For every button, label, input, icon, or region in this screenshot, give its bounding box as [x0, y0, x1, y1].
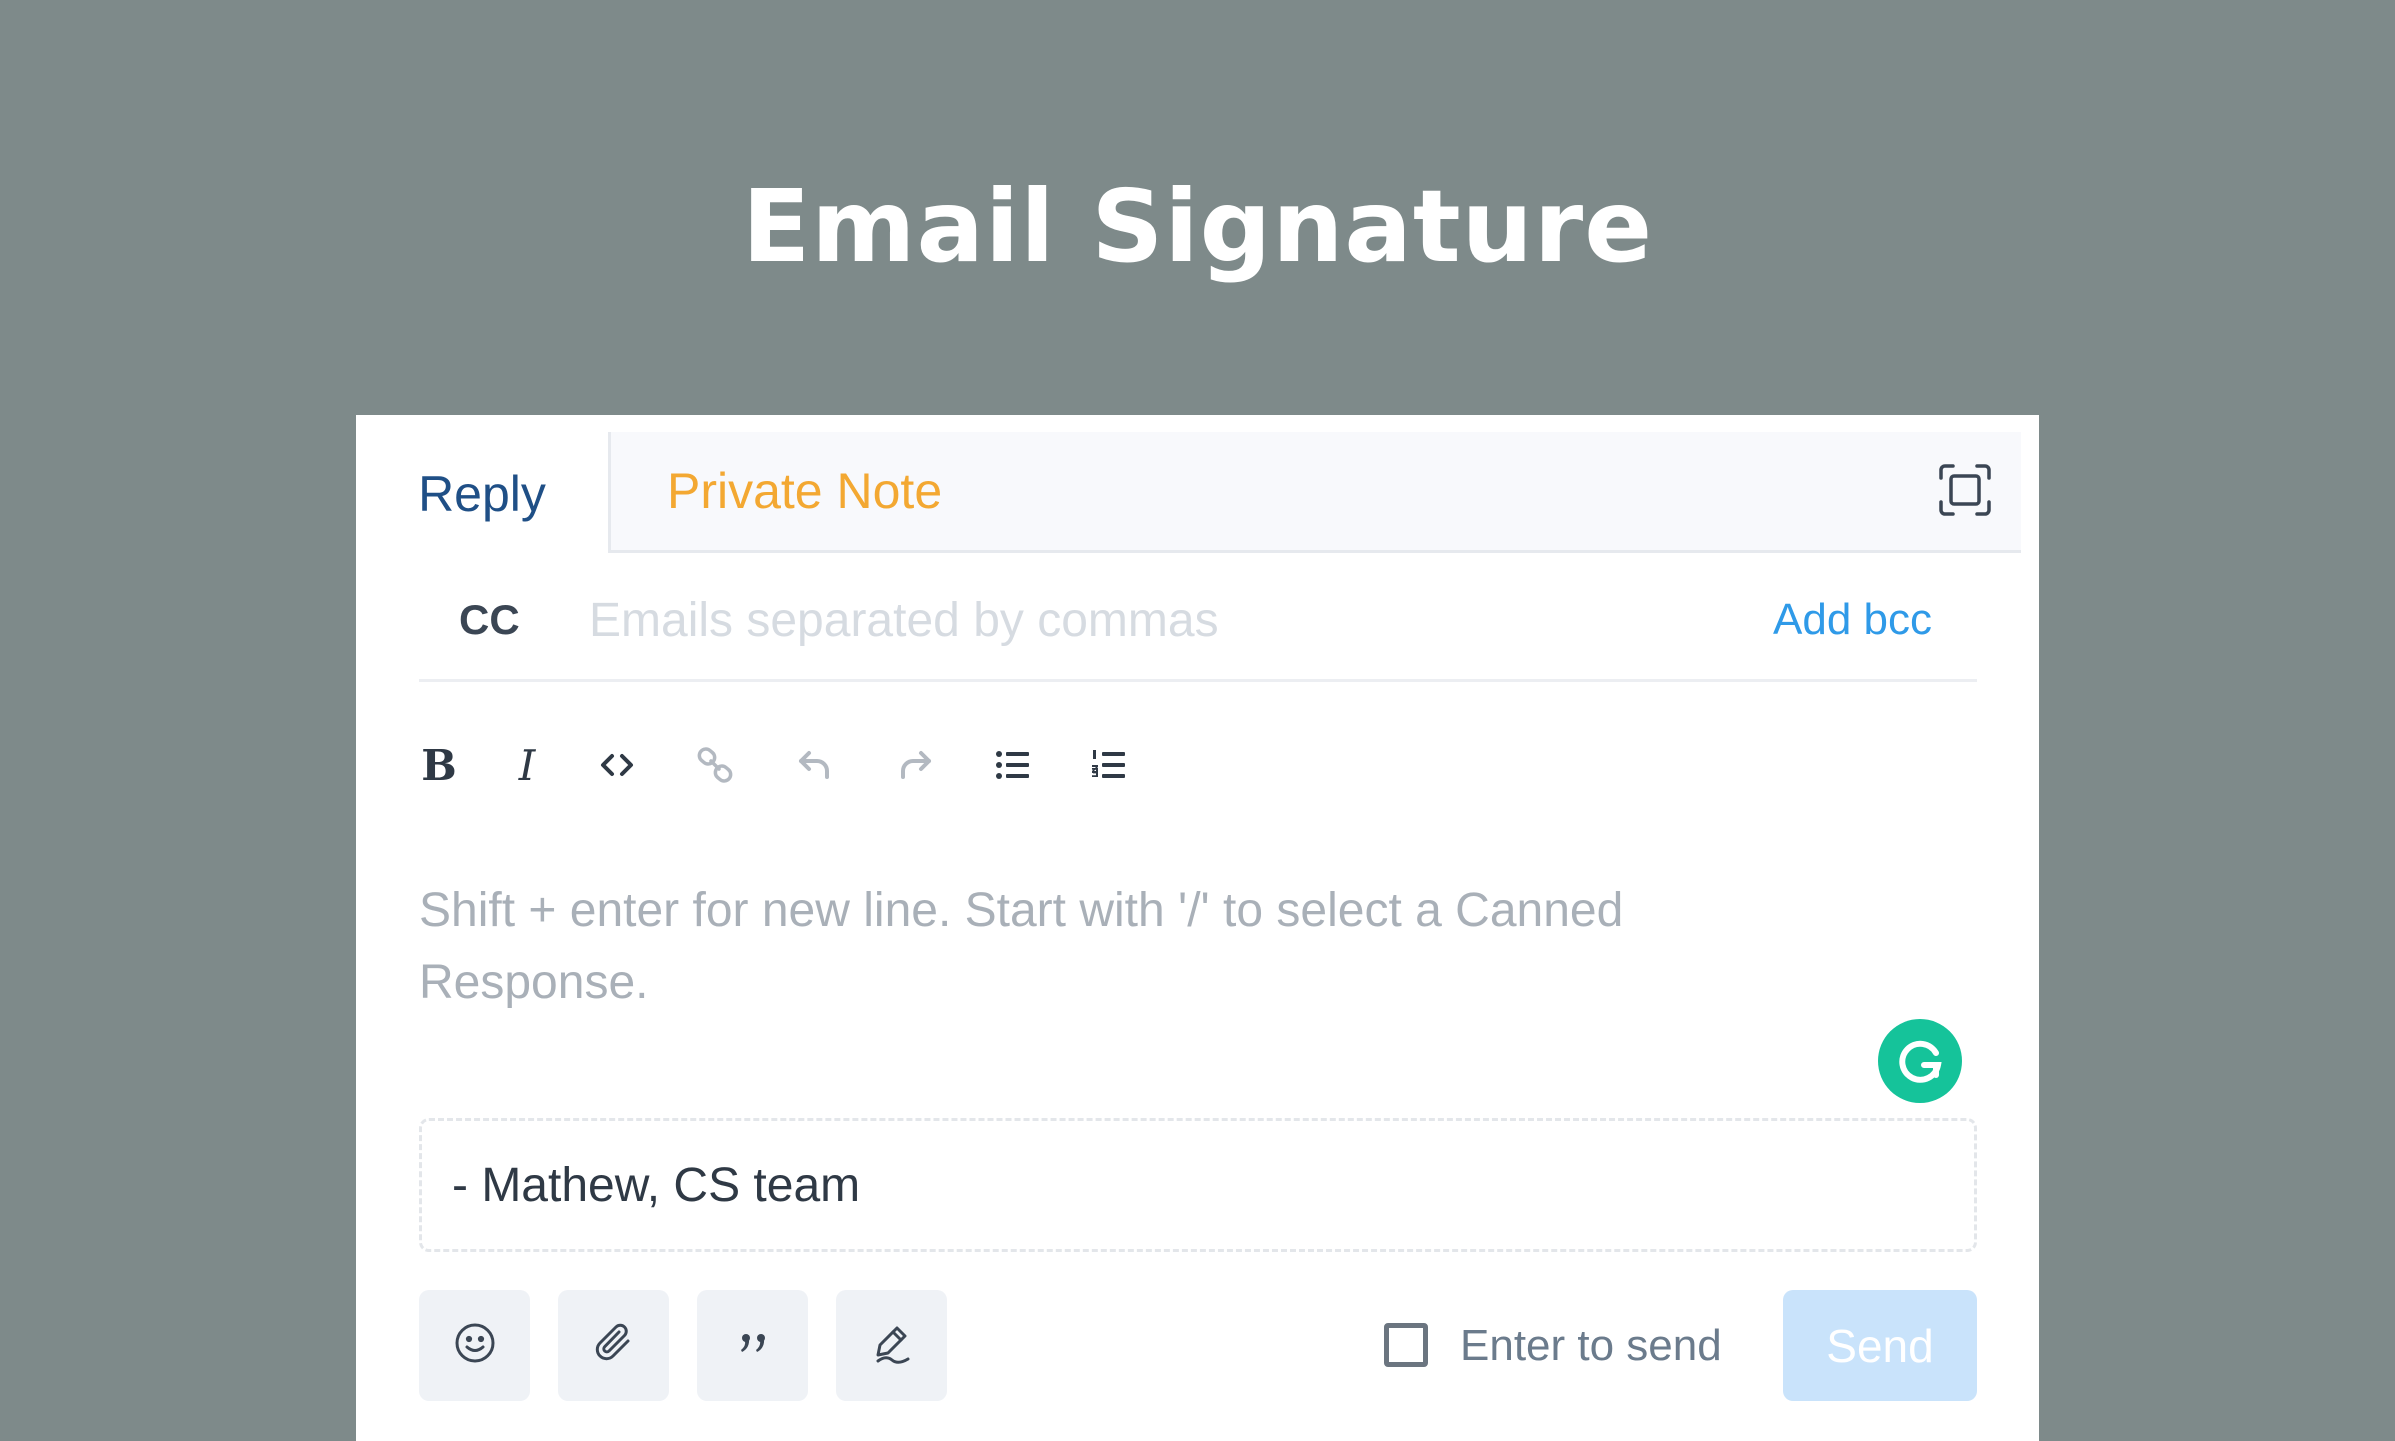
enter-to-send-label[interactable]: Enter to send — [1460, 1290, 1722, 1401]
link-icon[interactable] — [685, 735, 745, 795]
cc-label: CC — [459, 595, 520, 643]
reply-editor-panel: Reply Private Note CC Add bcc B I — [356, 415, 2039, 1441]
attachment-button[interactable] — [558, 1290, 669, 1401]
emoji-icon — [453, 1321, 497, 1370]
signature-box[interactable]: - Mathew, CS team — [419, 1118, 1977, 1252]
signature-text: - Mathew, CS team — [452, 1158, 861, 1212]
tab-private-note[interactable]: Private Note — [667, 432, 942, 550]
enter-to-send-checkbox[interactable] — [1384, 1323, 1428, 1367]
page-title: Email Signature — [741, 168, 1654, 285]
formatting-toolbar: B I — [419, 725, 1179, 805]
numbered-list-icon[interactable] — [1079, 735, 1139, 795]
quote-icon — [731, 1321, 775, 1370]
bold-button[interactable]: B — [409, 735, 469, 795]
send-button[interactable]: Send — [1783, 1290, 1977, 1401]
undo-icon[interactable] — [785, 735, 845, 795]
tab-bar: Reply Private Note — [356, 432, 2021, 555]
emoji-button[interactable] — [419, 1290, 530, 1401]
signature-toggle-button[interactable] — [836, 1290, 947, 1401]
message-editor[interactable]: Shift + enter for new line. Start with '… — [419, 875, 1819, 1019]
italic-button[interactable]: I — [497, 735, 557, 795]
quote-button[interactable] — [697, 1290, 808, 1401]
cc-email-input[interactable] — [589, 585, 1589, 655]
add-bcc-link[interactable]: Add bcc — [1773, 557, 1932, 682]
signature-icon — [870, 1321, 914, 1370]
code-icon[interactable] — [587, 735, 647, 795]
bullet-list-icon[interactable] — [983, 735, 1043, 795]
redo-icon[interactable] — [885, 735, 945, 795]
attachment-icon — [592, 1321, 636, 1370]
tab-strip: Private Note — [608, 432, 2021, 553]
grammarly-icon[interactable] — [1878, 1019, 1962, 1103]
tab-reply[interactable]: Reply — [356, 432, 608, 555]
expand-icon[interactable] — [1937, 462, 1993, 518]
cc-row: CC Add bcc — [419, 557, 1977, 682]
